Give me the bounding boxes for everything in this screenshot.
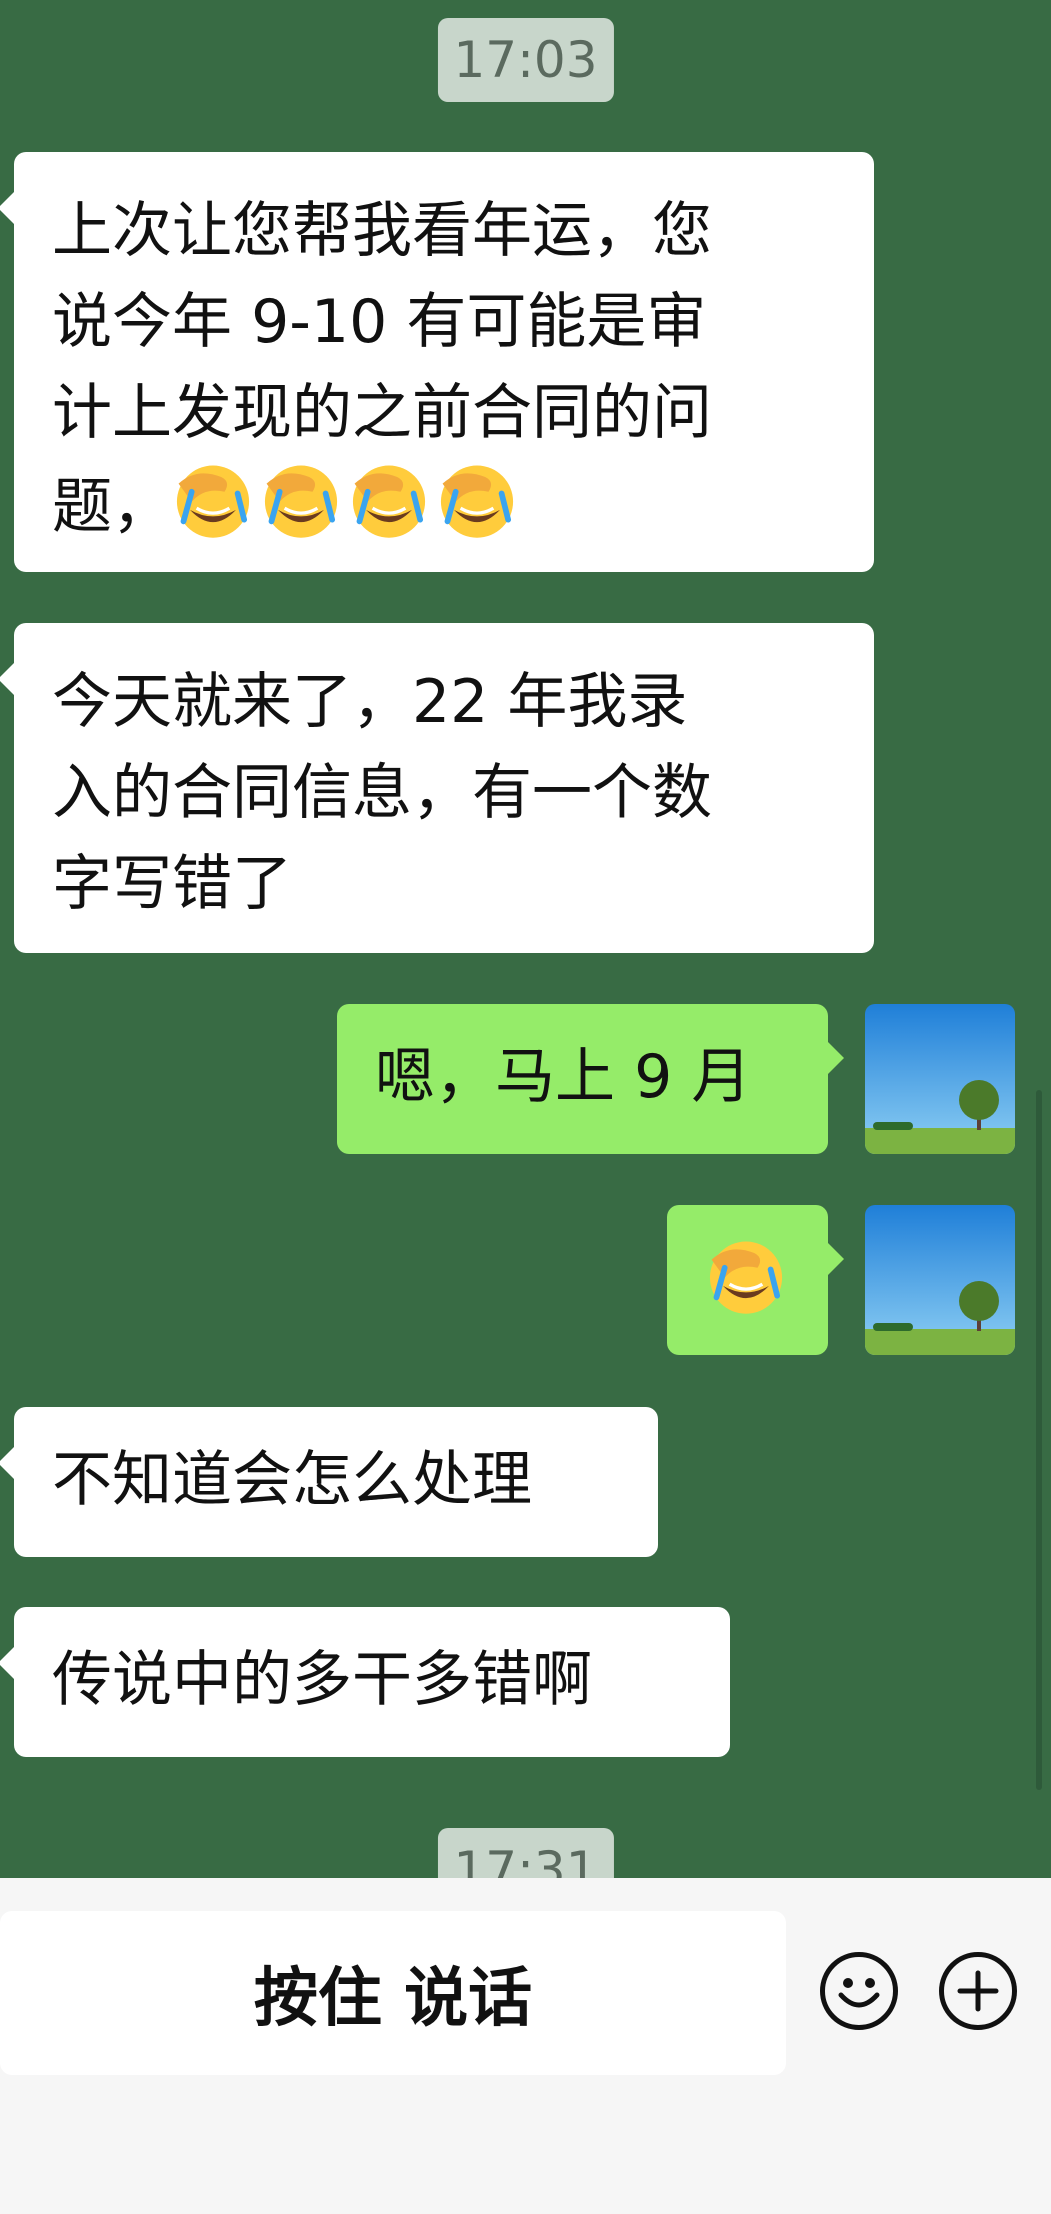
plus-button[interactable]: [939, 1952, 1017, 2030]
message-text: 不知道会怎么处理: [52, 1445, 532, 1515]
message-incoming[interactable]: 上次让您帮我看年运，您 说今年 9-10 有可能是审 计上发现的之前合同的问 题…: [0, 152, 874, 572]
bubble-tail: [828, 1243, 844, 1275]
timestamp: 17:31: [437, 1828, 614, 1878]
plus-icon: [957, 1970, 999, 2012]
emoji-button[interactable]: [820, 1952, 898, 2030]
input-bar: 按住 说话: [0, 1878, 1051, 2214]
message-text: 传说中的多干多错啊: [52, 1645, 592, 1715]
bubble-tail: [0, 192, 14, 224]
bubble-tail: [0, 1447, 14, 1479]
landscape-avatar-image: [865, 1004, 1015, 1154]
bubble-tail: [828, 1042, 844, 1074]
message-text: 嗯，马上 9 月: [375, 1042, 752, 1112]
message-line: 入的合同信息，有一个数: [52, 758, 712, 828]
avatar[interactable]: [865, 1004, 1015, 1154]
message-line: 计上发现的之前合同的问: [52, 378, 712, 448]
landscape-avatar-image: [865, 1205, 1015, 1355]
message-outgoing[interactable]: [667, 1205, 844, 1355]
message-incoming[interactable]: 今天就来了，22 年我录 入的合同信息，有一个数 字写错了: [0, 623, 874, 953]
bubble-tail: [0, 663, 14, 695]
message-line-with-emoji: 题，: [52, 459, 854, 553]
message-text: 题，: [52, 472, 172, 542]
crying-face-emoji-icon: [436, 459, 518, 541]
message-incoming[interactable]: 传说中的多干多错啊: [0, 1607, 730, 1757]
avatar[interactable]: [865, 1205, 1015, 1355]
message-line: 说今年 9-10 有可能是审: [52, 287, 707, 357]
crying-face-emoji-icon: [348, 459, 430, 541]
timestamp: 17:03: [437, 18, 614, 102]
scrollbar[interactable]: [1036, 1090, 1042, 1790]
message-line: 上次让您帮我看年运，您: [52, 196, 712, 266]
message-line: 字写错了: [52, 849, 292, 919]
bubble-tail: [0, 1647, 14, 1679]
message-outgoing[interactable]: 嗯，马上 9 月: [337, 1004, 844, 1154]
crying-face-emoji-icon: [260, 459, 342, 541]
message-incoming[interactable]: 不知道会怎么处理: [0, 1407, 658, 1557]
hold-to-talk-button[interactable]: 按住 说话: [0, 1911, 786, 2075]
chat-area[interactable]: 17:03 上次让您帮我看年运，您 说今年 9-10 有可能是审 计上发现的之前…: [0, 0, 1051, 1878]
crying-face-emoji-icon: [705, 1235, 787, 1317]
message-line: 今天就来了，22 年我录: [52, 667, 688, 737]
crying-face-emoji-icon: [172, 459, 254, 541]
smiley-icon: [838, 1978, 880, 2008]
